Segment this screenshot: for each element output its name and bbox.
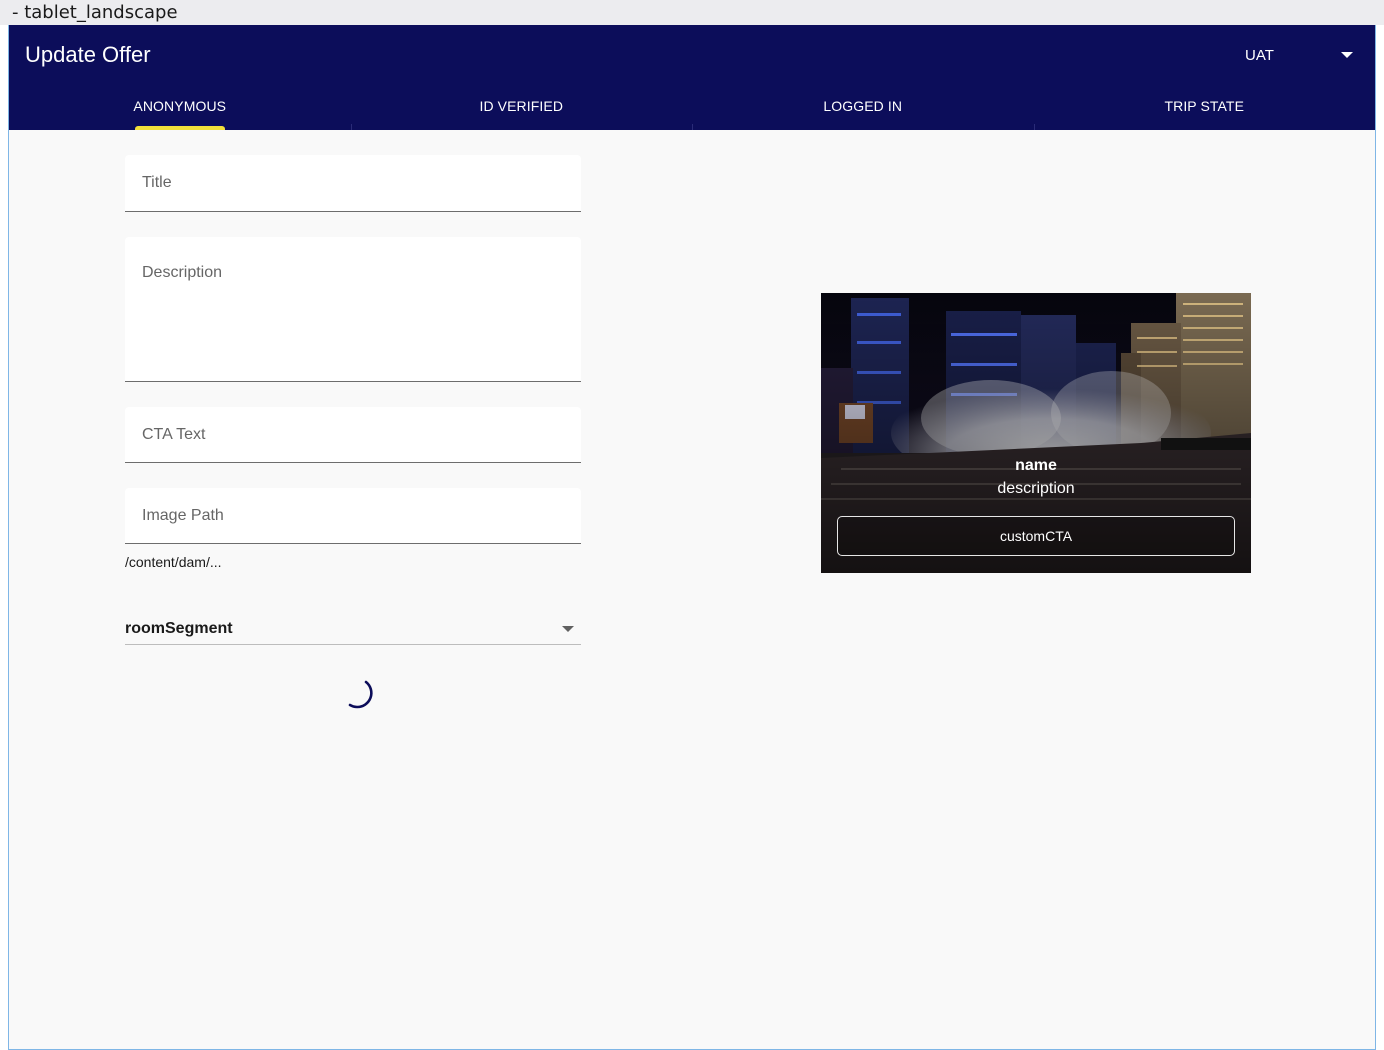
- app-frame: Update Offer UAT ANONYMOUS ID VERIFIED L…: [8, 25, 1376, 1050]
- room-segment-value: roomSegment: [125, 620, 233, 637]
- room-segment-select[interactable]: roomSegment: [125, 618, 581, 645]
- tab-trip-state[interactable]: TRIP STATE: [1033, 81, 1376, 130]
- title-field-label: Title: [142, 174, 172, 191]
- cta-text-field-label: CTA Text: [142, 426, 206, 443]
- chevron-down-icon: [1341, 52, 1353, 58]
- loading-spinner-icon: [348, 680, 373, 709]
- preview-cta-label: customCTA: [999, 528, 1073, 544]
- tab-label: TRIP STATE: [1164, 97, 1245, 114]
- preview-description: description: [997, 480, 1075, 497]
- cta-text-field[interactable]: CTA Text: [125, 407, 581, 463]
- active-tab-indicator: [134, 126, 225, 130]
- app-bar: Update Offer UAT ANONYMOUS ID VERIFIED L…: [9, 25, 1375, 130]
- tab-bar: ANONYMOUS ID VERIFIED LOGGED IN TRIP STA…: [9, 81, 1375, 130]
- image-path-field-label: Image Path: [142, 507, 224, 524]
- chevron-down-icon: [562, 626, 574, 632]
- title-field[interactable]: Title: [125, 155, 581, 212]
- description-field[interactable]: Description: [125, 237, 581, 382]
- page-title: Update Offer: [25, 42, 151, 67]
- window-label: - tablet_landscape: [0, 0, 1384, 25]
- environment-value: UAT: [1245, 46, 1274, 64]
- tab-label: ID VERIFIED: [479, 97, 564, 114]
- offer-form: Title Description CTA Text Image Path /c…: [125, 155, 581, 709]
- tab-logged-in[interactable]: LOGGED IN: [692, 81, 1034, 130]
- preview-name: name: [1015, 457, 1057, 474]
- environment-select[interactable]: UAT: [1245, 41, 1355, 69]
- image-path-field[interactable]: Image Path: [125, 488, 581, 544]
- preview-cta-button[interactable]: customCTA: [837, 516, 1235, 556]
- image-path-helper: /content/dam/...: [125, 554, 222, 570]
- tab-label: ANONYMOUS: [133, 97, 227, 114]
- offer-preview-card: name description customCTA: [821, 293, 1251, 573]
- tab-id-verified[interactable]: ID VERIFIED: [350, 81, 693, 130]
- tab-label: LOGGED IN: [823, 97, 903, 114]
- tab-anonymous[interactable]: ANONYMOUS: [9, 81, 351, 130]
- description-field-label: Description: [142, 264, 223, 281]
